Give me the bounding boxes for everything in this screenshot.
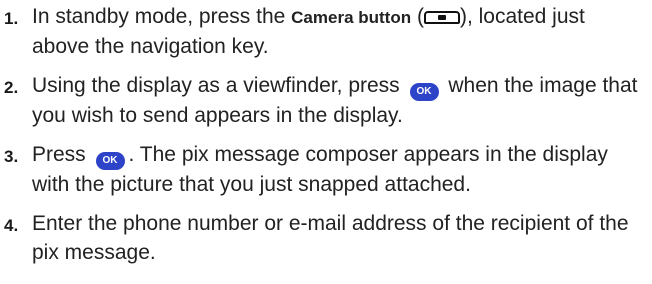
step-number: 1. bbox=[4, 9, 19, 28]
step-text: Using the display as a viewfinder, press… bbox=[32, 71, 644, 130]
step-number: 4. bbox=[4, 216, 19, 235]
ok-key-icon: OK bbox=[95, 151, 125, 170]
camera-key-icon bbox=[423, 11, 460, 24]
ok-key-icon: OK bbox=[409, 82, 439, 101]
step-text-after: . The pix message composer appears in th… bbox=[32, 143, 608, 196]
step-text-paren: ( bbox=[411, 5, 424, 28]
camera-button-label: Camera button bbox=[291, 8, 412, 27]
step-text: Enter the phone number or e-mail address… bbox=[32, 212, 629, 264]
step-text: In standby mode, press the Camera button… bbox=[32, 2, 644, 61]
step-text-before: In standby mode, press the bbox=[32, 5, 292, 28]
instruction-steps: 1. In standby mode, press the Camera but… bbox=[0, 0, 652, 284]
step-text-before: Press bbox=[32, 143, 92, 166]
step-text: Press OK. The pix message composer appea… bbox=[32, 140, 644, 199]
step-text-before: Using the display as a viewfinder, press bbox=[32, 74, 406, 97]
step-number: 3. bbox=[4, 147, 19, 166]
step-number: 2. bbox=[4, 78, 19, 97]
